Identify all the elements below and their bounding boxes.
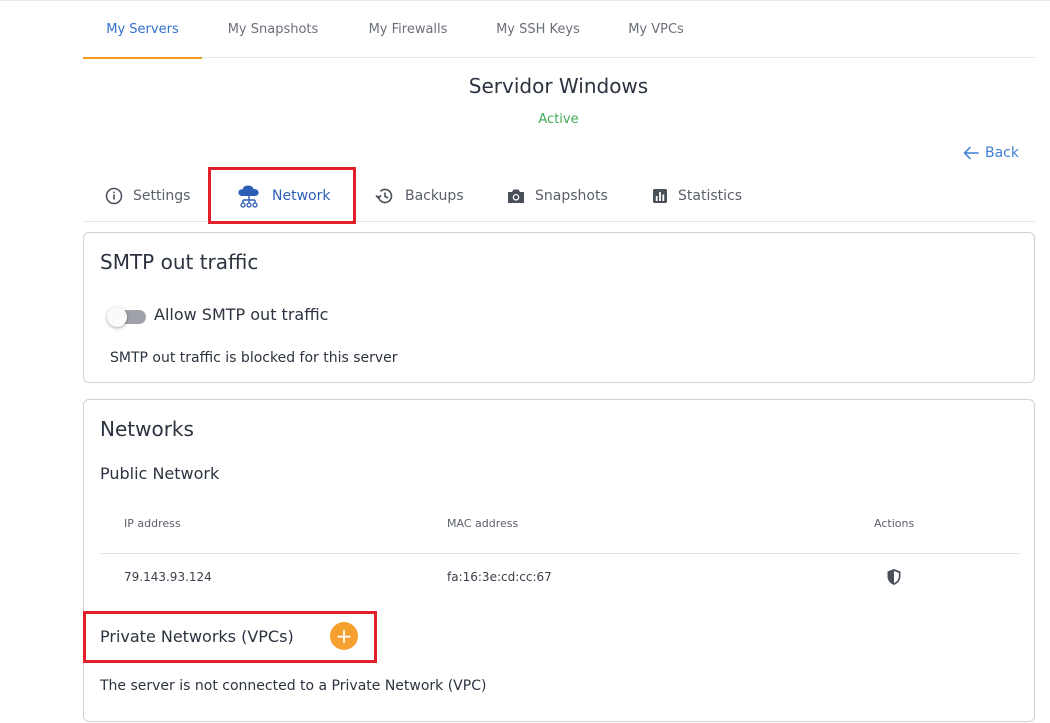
info-circle-icon: [105, 187, 123, 205]
tab-settings-label: Settings: [133, 188, 191, 204]
public-network-title: Public Network: [100, 464, 220, 483]
add-vpc-button[interactable]: +: [330, 622, 358, 650]
server-status: Active: [538, 112, 579, 127]
networks-card: Networks Public Network IP address MAC a…: [83, 399, 1035, 722]
tab-network[interactable]: Network: [236, 170, 330, 222]
cloud-network-icon: [238, 185, 259, 208]
tab-backups-label: Backups: [405, 188, 464, 204]
server-section-tabs: Settings Network Backups Snapshots Stati…: [83, 170, 1035, 222]
column-actions: Actions: [874, 517, 915, 530]
private-networks-title: Private Networks (VPCs): [100, 627, 294, 646]
tab-snapshots[interactable]: Snapshots: [507, 170, 608, 222]
column-ip-address: IP address: [124, 517, 181, 530]
tab-statistics[interactable]: Statistics: [652, 170, 742, 222]
smtp-card: SMTP out traffic Allow SMTP out traffic …: [83, 232, 1035, 383]
tab-my-firewalls[interactable]: My Firewalls: [351, 0, 465, 58]
smtp-note: SMTP out traffic is blocked for this ser…: [110, 350, 398, 366]
top-nav-tabs: My Servers My Snapshots My Firewalls My …: [83, 0, 1035, 59]
ip-address-value: 79.143.93.124: [124, 570, 212, 584]
tab-my-ssh-keys[interactable]: My SSH Keys: [481, 0, 595, 58]
shield-icon[interactable]: [886, 568, 902, 586]
server-name: Servidor Windows: [468, 74, 649, 98]
tab-network-label: Network: [272, 188, 331, 204]
tab-my-snapshots[interactable]: My Snapshots: [211, 0, 335, 58]
history-icon: [375, 188, 393, 204]
tab-statistics-label: Statistics: [678, 188, 742, 204]
toggle-knob: [107, 307, 127, 327]
column-mac-address: MAC address: [447, 517, 519, 530]
bar-chart-icon: [653, 189, 667, 203]
back-label: Back: [985, 145, 1019, 161]
vpc-note: The server is not connected to a Private…: [100, 678, 487, 694]
tab-settings[interactable]: Settings: [105, 170, 190, 222]
networks-title: Networks: [100, 417, 194, 441]
tab-my-servers[interactable]: My Servers: [83, 0, 202, 59]
smtp-title: SMTP out traffic: [100, 250, 259, 274]
tab-backups[interactable]: Backups: [375, 170, 464, 222]
back-link[interactable]: Back: [963, 144, 1019, 162]
smtp-toggle-label: Allow SMTP out traffic: [154, 305, 329, 324]
mac-address-value: fa:16:3e:cd:cc:67: [447, 570, 552, 584]
smtp-toggle[interactable]: [107, 307, 146, 327]
camera-icon: [508, 189, 524, 203]
tab-snapshots-label: Snapshots: [535, 188, 608, 204]
table-divider: [100, 553, 1020, 554]
arrow-left-icon: [963, 146, 979, 160]
tab-my-vpcs[interactable]: My VPCs: [610, 0, 702, 58]
